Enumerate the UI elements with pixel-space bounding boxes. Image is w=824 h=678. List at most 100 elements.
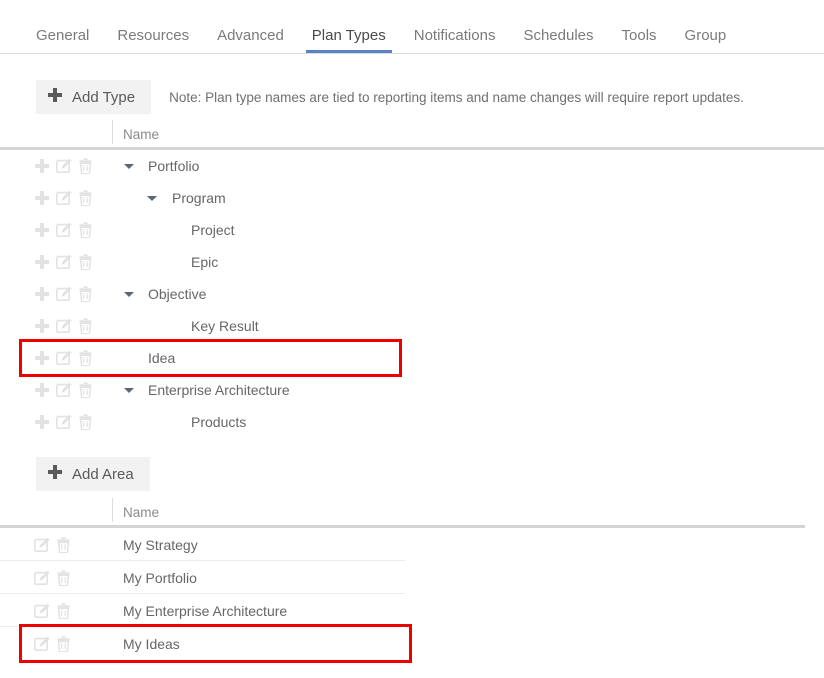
area-name: My Enterprise Architecture bbox=[123, 602, 288, 619]
plus-icon[interactable] bbox=[34, 382, 50, 398]
areas-toolbar: Add Area bbox=[0, 455, 824, 493]
tab-schedules[interactable]: Schedules bbox=[509, 28, 607, 53]
table-row[interactable]: Objective bbox=[0, 278, 824, 310]
row-action-group bbox=[34, 214, 93, 246]
row-action-group bbox=[34, 594, 71, 627]
tab-list: General Resources Advanced Plan Types Notifi… bbox=[22, 0, 740, 53]
tab-label: Notifications bbox=[413, 27, 496, 44]
trash-icon[interactable] bbox=[78, 254, 93, 270]
tab-plan-types[interactable]: Plan Types bbox=[298, 28, 400, 53]
add-area-button[interactable]: Add Area bbox=[36, 457, 150, 491]
trash-icon[interactable] bbox=[78, 190, 93, 206]
tab-label: General bbox=[36, 27, 90, 44]
trash-icon[interactable] bbox=[78, 158, 93, 174]
plan-type-name: Portfolio bbox=[148, 158, 200, 174]
area-name: My Portfolio bbox=[123, 569, 197, 586]
trash-icon[interactable] bbox=[78, 318, 93, 334]
list-item[interactable]: My Ideas bbox=[19, 624, 412, 663]
plan-type-name: Objective bbox=[148, 286, 207, 302]
plan-types-table: Name Portfolio Program Project Epic Objectiv… bbox=[0, 120, 824, 438]
area-name: My Ideas bbox=[123, 635, 180, 652]
plus-icon[interactable] bbox=[34, 190, 50, 206]
edit-icon[interactable] bbox=[34, 636, 50, 652]
edit-icon[interactable] bbox=[56, 382, 72, 398]
tab-label: Group bbox=[684, 27, 727, 44]
plan-types-row-list: Portfolio Program Project Epic Objective Key … bbox=[0, 150, 824, 438]
table-row[interactable]: Portfolio bbox=[0, 150, 824, 182]
plan-type-name: Program bbox=[172, 190, 226, 206]
trash-icon[interactable] bbox=[78, 414, 93, 430]
tab-advanced[interactable]: Advanced bbox=[203, 28, 298, 53]
table-row[interactable]: Idea bbox=[19, 339, 402, 377]
chevron-down-icon[interactable] bbox=[124, 374, 134, 406]
trash-icon[interactable] bbox=[56, 569, 71, 586]
trash-icon[interactable] bbox=[56, 536, 71, 553]
plus-icon[interactable] bbox=[34, 414, 50, 430]
edit-icon[interactable] bbox=[56, 350, 72, 366]
tab-label: Resources bbox=[117, 27, 190, 44]
chevron-down-icon[interactable] bbox=[124, 150, 134, 182]
table-row[interactable]: Project bbox=[0, 214, 824, 246]
edit-icon[interactable] bbox=[56, 222, 72, 238]
plus-icon[interactable] bbox=[34, 318, 50, 334]
row-action-group bbox=[34, 374, 93, 406]
table-row[interactable]: Program bbox=[0, 182, 824, 214]
add-type-button[interactable]: Add Type bbox=[36, 80, 152, 114]
chevron-down-icon[interactable] bbox=[147, 182, 157, 214]
plan-type-name: Project bbox=[191, 222, 235, 238]
list-item[interactable]: My Strategy bbox=[0, 528, 405, 561]
add-type-label: Add Type bbox=[72, 88, 136, 106]
tab-label: Plan Types bbox=[311, 27, 386, 44]
edit-icon[interactable] bbox=[56, 318, 72, 334]
edit-icon[interactable] bbox=[56, 286, 72, 302]
plan-type-name: Enterprise Architecture bbox=[148, 382, 290, 398]
plus-icon[interactable] bbox=[34, 222, 50, 238]
header-column-divider bbox=[112, 120, 113, 144]
edit-icon[interactable] bbox=[56, 254, 72, 270]
plan-types-toolbar: Add Type Note: Plan type names are tied … bbox=[0, 78, 824, 116]
area-name: My Strategy bbox=[123, 536, 198, 553]
tab-notifications[interactable]: Notifications bbox=[400, 28, 510, 53]
edit-icon[interactable] bbox=[56, 190, 72, 206]
row-action-group bbox=[34, 150, 93, 182]
plan-type-name: Idea bbox=[148, 350, 176, 366]
row-action-group bbox=[34, 561, 71, 594]
plus-icon[interactable] bbox=[34, 158, 50, 174]
tab-tools[interactable]: Tools bbox=[608, 28, 671, 53]
trash-icon[interactable] bbox=[56, 635, 71, 652]
table-row[interactable]: Key Result bbox=[0, 310, 824, 342]
list-item[interactable]: My Portfolio bbox=[0, 561, 405, 594]
chevron-down-icon[interactable] bbox=[124, 278, 134, 310]
list-item[interactable]: My Enterprise Architecture bbox=[0, 594, 405, 627]
plus-icon[interactable] bbox=[34, 254, 50, 270]
add-area-label: Add Area bbox=[72, 465, 134, 483]
tab-group[interactable]: Group bbox=[671, 28, 741, 53]
trash-icon[interactable] bbox=[56, 602, 71, 619]
edit-icon[interactable] bbox=[56, 414, 72, 430]
tab-label: Tools bbox=[621, 27, 657, 44]
edit-icon[interactable] bbox=[34, 570, 50, 586]
table-row[interactable]: Products bbox=[0, 406, 824, 438]
row-action-group bbox=[34, 627, 71, 660]
plus-icon bbox=[48, 465, 62, 483]
areas-row-list: My Strategy My Portfolio My Enterprise Arc… bbox=[0, 528, 805, 663]
areas-table: Name My Strategy My Portfolio My Enterpris… bbox=[0, 498, 805, 663]
edit-icon[interactable] bbox=[56, 158, 72, 174]
plan-type-name: Epic bbox=[191, 254, 219, 270]
tab-label: Schedules bbox=[523, 27, 594, 44]
row-action-group bbox=[34, 342, 93, 374]
edit-icon[interactable] bbox=[34, 537, 50, 553]
table-row[interactable]: Enterprise Architecture bbox=[0, 374, 824, 406]
trash-icon[interactable] bbox=[78, 286, 93, 302]
trash-icon[interactable] bbox=[78, 350, 93, 366]
plus-icon[interactable] bbox=[34, 286, 50, 302]
trash-icon[interactable] bbox=[78, 382, 93, 398]
row-action-group bbox=[34, 246, 93, 278]
trash-icon[interactable] bbox=[78, 222, 93, 238]
plan-type-name: Key Result bbox=[191, 318, 259, 334]
tab-general[interactable]: General bbox=[22, 28, 103, 53]
edit-icon[interactable] bbox=[34, 603, 50, 619]
plus-icon[interactable] bbox=[34, 350, 50, 366]
tab-resources[interactable]: Resources bbox=[103, 28, 203, 53]
table-row[interactable]: Epic bbox=[0, 246, 824, 278]
